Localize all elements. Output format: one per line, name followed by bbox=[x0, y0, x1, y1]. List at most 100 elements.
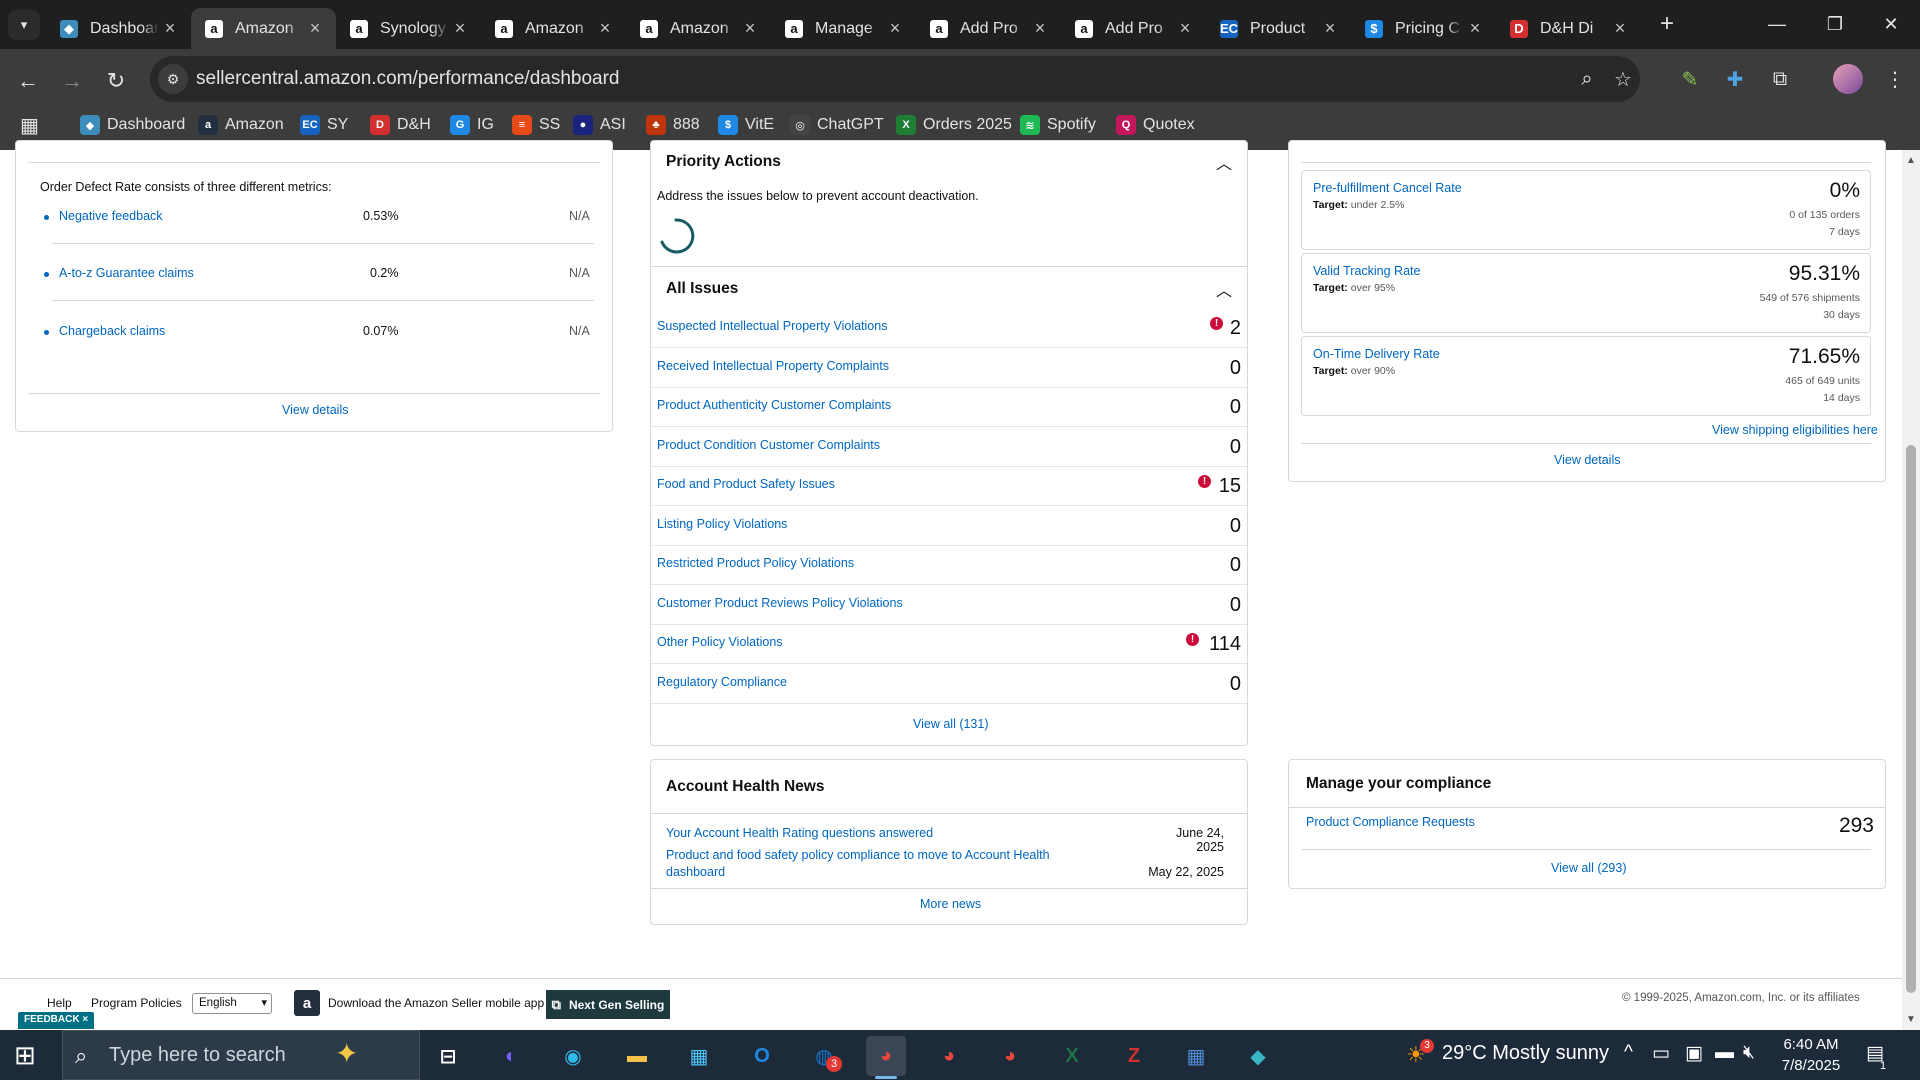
extension-puzzle-blue-icon[interactable]: ✚ bbox=[1719, 63, 1751, 95]
close-tab-icon[interactable]: × bbox=[159, 18, 181, 39]
shipping-view-details-link[interactable]: View details bbox=[1554, 453, 1620, 467]
issue-link[interactable]: Food and Product Safety Issues bbox=[657, 477, 835, 491]
tab-search-button[interactable]: ▾ bbox=[8, 10, 40, 40]
address-bar[interactable]: ⚙ sellercentral.amazon.com/performance/d… bbox=[150, 56, 1640, 102]
task-view-icon[interactable]: ⊟ bbox=[428, 1036, 468, 1076]
chargeback-claims-link[interactable]: Chargeback claims bbox=[59, 324, 165, 338]
close-tab-icon[interactable]: × bbox=[304, 18, 326, 39]
windows-start-icon[interactable]: ⊞ bbox=[14, 1040, 44, 1070]
feedback-tab[interactable]: FEEDBACK × bbox=[18, 1012, 95, 1029]
metric-title-link[interactable]: Pre-fulfillment Cancel Rate bbox=[1313, 181, 1462, 195]
filezilla-icon[interactable]: Z bbox=[1114, 1036, 1154, 1076]
close-window-button[interactable]: ✕ bbox=[1862, 0, 1920, 49]
more-news-link[interactable]: More news bbox=[920, 897, 981, 911]
next-gen-selling-button[interactable]: ⧉ Next Gen Selling bbox=[546, 990, 670, 1019]
store-icon[interactable]: ▦ bbox=[679, 1036, 719, 1076]
tab-8[interactable]: EC Product × bbox=[1206, 8, 1351, 49]
reload-button[interactable]: ↻ bbox=[98, 63, 134, 99]
close-tab-icon[interactable]: × bbox=[1174, 18, 1196, 39]
bookmark-star-icon[interactable]: ☆ bbox=[1610, 66, 1636, 92]
close-tab-icon[interactable]: × bbox=[1464, 18, 1486, 39]
issue-link[interactable]: Product Condition Customer Complaints bbox=[657, 438, 880, 452]
tab-7[interactable]: a Add Pro × bbox=[1061, 8, 1206, 49]
bookmark-item[interactable]: ◆ Dashboard bbox=[80, 112, 185, 138]
extension-feather-icon[interactable]: ✎ bbox=[1674, 63, 1706, 95]
tab-2[interactable]: a Synology × bbox=[336, 8, 481, 49]
tab-6[interactable]: a Add Pro × bbox=[916, 8, 1061, 49]
app-download-link[interactable]: a Download the Amazon Seller mobile app bbox=[294, 990, 544, 1016]
site-info-icon[interactable]: ⚙ bbox=[158, 64, 188, 94]
issue-link[interactable]: Suspected Intellectual Property Violatio… bbox=[657, 319, 887, 333]
apps-grid-icon[interactable]: ▦ bbox=[20, 113, 44, 137]
language-select[interactable]: English ▾ bbox=[192, 993, 272, 1014]
news-item-link[interactable]: Product and food safety policy complianc… bbox=[666, 847, 1066, 881]
device-icon[interactable]: ▣ bbox=[1685, 1042, 1703, 1065]
bookmark-item[interactable]: ◎ ChatGPT bbox=[790, 112, 884, 138]
issue-link[interactable]: Restricted Product Policy Violations bbox=[657, 556, 854, 570]
url-text[interactable]: sellercentral.amazon.com/performance/das… bbox=[196, 68, 620, 90]
collapse-chevron-icon[interactable]: ︿ bbox=[1216, 277, 1232, 301]
browser-menu-icon[interactable]: ⋮ bbox=[1879, 63, 1911, 95]
compliance-view-all-link[interactable]: View all (293) bbox=[1551, 861, 1627, 875]
issue-link[interactable]: Regulatory Compliance bbox=[657, 675, 787, 689]
chevron-up-icon[interactable]: ^ bbox=[1624, 1042, 1633, 1064]
tab-4[interactable]: a Amazon × bbox=[626, 8, 771, 49]
bookmark-item[interactable]: Q Quotex bbox=[1116, 112, 1195, 138]
close-tab-icon[interactable]: × bbox=[1609, 18, 1631, 39]
bookmark-item[interactable]: D D&H bbox=[370, 112, 431, 138]
outlook-icon[interactable]: O bbox=[742, 1036, 782, 1076]
bookmark-item[interactable]: G IG bbox=[450, 112, 494, 138]
tab-1[interactable]: a Amazon × bbox=[191, 8, 336, 49]
bookmark-item[interactable]: a Amazon bbox=[198, 112, 284, 138]
battery-icon[interactable]: ▬ bbox=[1715, 1042, 1734, 1064]
close-icon[interactable]: × bbox=[82, 1014, 88, 1025]
tab-0[interactable]: ◆ Dashboard× bbox=[46, 8, 191, 49]
weather-text[interactable]: 29°C Mostly sunny bbox=[1442, 1042, 1609, 1065]
copilot-icon[interactable]: ◐ bbox=[491, 1036, 531, 1076]
extensions-icon[interactable]: ⧉ bbox=[1764, 63, 1796, 95]
chrome-profile-2-icon[interactable]: ◕ bbox=[990, 1036, 1030, 1076]
help-link[interactable]: Help bbox=[47, 996, 72, 1010]
issue-link[interactable]: Other Policy Violations bbox=[657, 635, 783, 649]
issue-link[interactable]: Customer Product Reviews Policy Violatio… bbox=[657, 596, 903, 610]
close-tab-icon[interactable]: × bbox=[594, 18, 616, 39]
atoz-claims-link[interactable]: A-to-z Guarantee claims bbox=[59, 266, 194, 280]
new-tab-button[interactable]: + bbox=[1652, 10, 1682, 40]
zoom-icon[interactable]: ⌕ bbox=[1574, 66, 1600, 92]
bookmark-item[interactable]: ≡ SS bbox=[512, 112, 560, 138]
metric-title-link[interactable]: Valid Tracking Rate bbox=[1313, 264, 1420, 278]
tab-10[interactable]: D D&H Di × bbox=[1496, 8, 1641, 49]
tab-9[interactable]: $ Pricing C × bbox=[1351, 8, 1496, 49]
excel-icon[interactable]: X bbox=[1052, 1036, 1092, 1076]
scroll-down-arrow-icon[interactable]: ▼ bbox=[1904, 1014, 1918, 1028]
issue-link[interactable]: Listing Policy Violations bbox=[657, 517, 787, 531]
minimize-button[interactable]: — bbox=[1748, 0, 1806, 49]
shipping-eligibilities-link[interactable]: View shipping eligibilities here bbox=[1712, 423, 1878, 437]
display-icon[interactable]: ▭ bbox=[1652, 1042, 1670, 1065]
product-compliance-requests-link[interactable]: Product Compliance Requests bbox=[1306, 815, 1475, 829]
bookmark-item[interactable]: X Orders 2025 bbox=[896, 112, 1012, 138]
forward-button[interactable]: → bbox=[54, 63, 90, 99]
bookmark-item[interactable]: EC SY bbox=[300, 112, 348, 138]
news-item-link[interactable]: Your Account Health Rating questions ans… bbox=[666, 826, 933, 840]
issue-link[interactable]: Product Authenticity Customer Complaints bbox=[657, 398, 891, 412]
close-tab-icon[interactable]: × bbox=[884, 18, 906, 39]
app-diamond-icon[interactable]: ◆ bbox=[1238, 1036, 1278, 1076]
bookmark-item[interactable]: ● ASI bbox=[573, 112, 626, 138]
issue-link[interactable]: Received Intellectual Property Complaint… bbox=[657, 359, 889, 373]
scroll-up-arrow-icon[interactable]: ▲ bbox=[1904, 155, 1918, 169]
close-tab-icon[interactable]: × bbox=[1319, 18, 1341, 39]
file-explorer-icon[interactable]: ▬ bbox=[617, 1036, 657, 1076]
odr-view-details-link[interactable]: View details bbox=[282, 403, 348, 417]
calculator-icon[interactable]: ▦ bbox=[1176, 1036, 1216, 1076]
chrome-profile-icon[interactable]: ◕ bbox=[929, 1036, 969, 1076]
scrollbar-thumb[interactable] bbox=[1906, 445, 1916, 993]
close-tab-icon[interactable]: × bbox=[739, 18, 761, 39]
taskbar-search[interactable]: ⌕ Type here to search ✦ bbox=[62, 1030, 420, 1080]
collapse-chevron-icon[interactable]: ︿ bbox=[1216, 150, 1232, 174]
close-tab-icon[interactable]: × bbox=[1029, 18, 1051, 39]
tab-3[interactable]: a Amazon × bbox=[481, 8, 626, 49]
restore-button[interactable]: ❐ bbox=[1806, 0, 1864, 49]
view-all-issues-link[interactable]: View all (131) bbox=[913, 717, 989, 731]
chrome-icon[interactable]: ◕ bbox=[866, 1036, 906, 1076]
